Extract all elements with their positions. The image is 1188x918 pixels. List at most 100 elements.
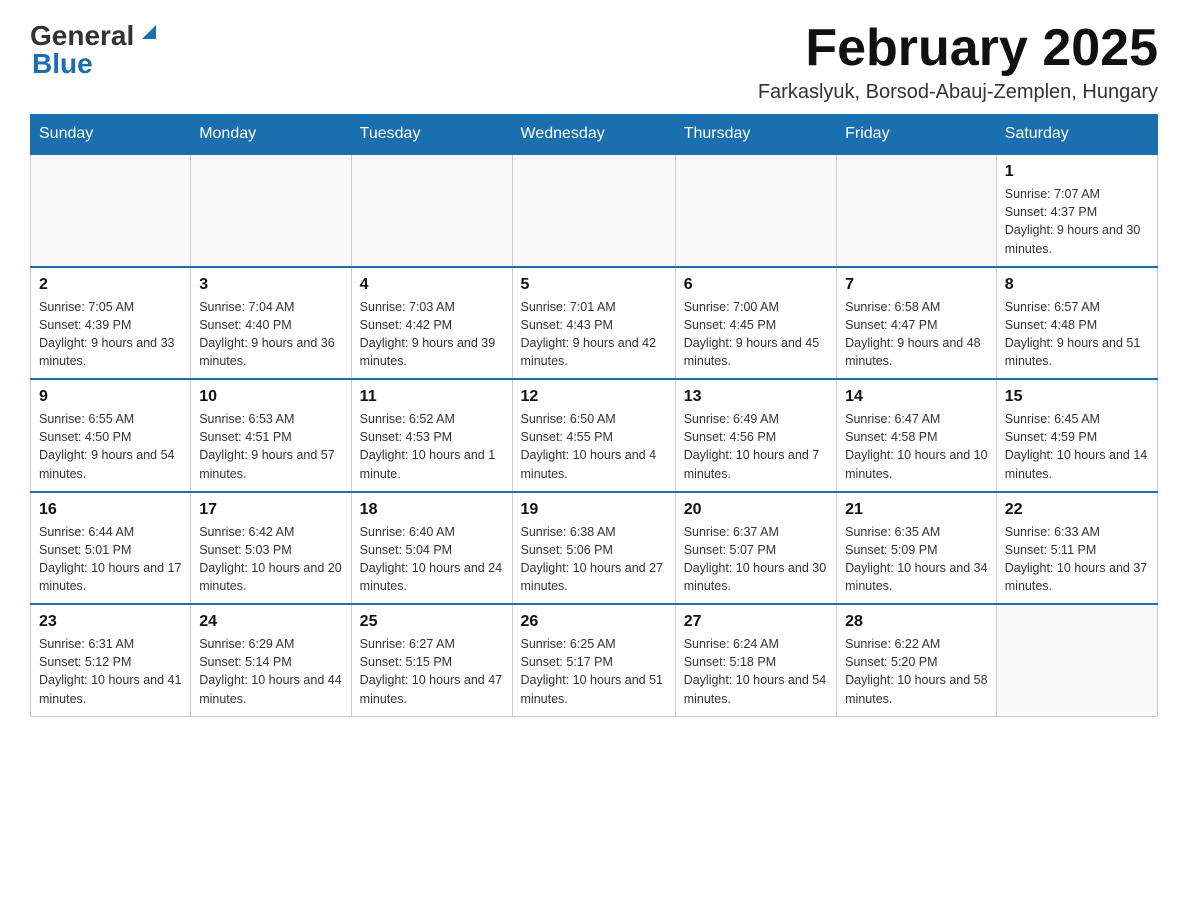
day-info: Sunrise: 6:33 AM Sunset: 5:11 PM Dayligh… — [1005, 523, 1149, 596]
column-header-friday: Friday — [837, 115, 997, 155]
calendar-cell: 23 Sunrise: 6:31 AM Sunset: 5:12 PM Dayli… — [31, 604, 191, 716]
day-number: 22 — [1005, 501, 1149, 519]
day-info: Sunrise: 6:35 AM Sunset: 5:09 PM Dayligh… — [845, 523, 988, 596]
day-info: Sunrise: 6:45 AM Sunset: 4:59 PM Dayligh… — [1005, 410, 1149, 483]
day-info: Sunrise: 7:00 AM Sunset: 4:45 PM Dayligh… — [684, 298, 828, 371]
calendar-cell: 26 Sunrise: 6:25 AM Sunset: 5:17 PM Dayli… — [512, 604, 675, 716]
calendar-cell — [837, 154, 997, 267]
location-subtitle: Farkaslyuk, Borsod-Abauj-Zemplen, Hungar… — [758, 81, 1158, 104]
logo-text-blue: Blue — [32, 48, 93, 80]
calendar-cell: 2 Sunrise: 7:05 AM Sunset: 4:39 PM Daylig… — [31, 267, 191, 380]
day-number: 28 — [845, 613, 988, 631]
day-info: Sunrise: 6:31 AM Sunset: 5:12 PM Dayligh… — [39, 635, 182, 708]
calendar-table: SundayMondayTuesdayWednesdayThursdayFrid… — [30, 114, 1158, 717]
week-row-2: 2 Sunrise: 7:05 AM Sunset: 4:39 PM Daylig… — [31, 267, 1158, 380]
week-row-4: 16Sunrise: 6:44 AM Sunset: 5:01 PM Dayli… — [31, 492, 1158, 605]
calendar-cell: 20 Sunrise: 6:37 AM Sunset: 5:07 PM Dayli… — [675, 492, 836, 605]
column-header-saturday: Saturday — [996, 115, 1157, 155]
day-number: 24 — [199, 613, 342, 631]
week-row-5: 23 Sunrise: 6:31 AM Sunset: 5:12 PM Dayli… — [31, 604, 1158, 716]
day-number: 7 — [845, 276, 988, 294]
day-info: Sunrise: 7:05 AM Sunset: 4:39 PM Dayligh… — [39, 298, 182, 371]
calendar-cell: 8 Sunrise: 6:57 AM Sunset: 4:48 PM Daylig… — [996, 267, 1157, 380]
day-number: 2 — [39, 276, 182, 294]
day-number: 15 — [1005, 388, 1149, 406]
day-number: 5 — [521, 276, 667, 294]
day-number: 19 — [521, 501, 667, 519]
day-number: 9 — [39, 388, 182, 406]
day-info: Sunrise: 6:50 AM Sunset: 4:55 PM Dayligh… — [521, 410, 667, 483]
calendar-cell: 18 Sunrise: 6:40 AM Sunset: 5:04 PM Dayli… — [351, 492, 512, 605]
day-number: 13 — [684, 388, 828, 406]
calendar-cell: 12 Sunrise: 6:50 AM Sunset: 4:55 PM Dayli… — [512, 379, 675, 492]
calendar-cell: 13 Sunrise: 6:49 AM Sunset: 4:56 PM Dayli… — [675, 379, 836, 492]
day-info: Sunrise: 6:55 AM Sunset: 4:50 PM Dayligh… — [39, 410, 182, 483]
day-number: 18 — [360, 501, 504, 519]
calendar-cell: 1 Sunrise: 7:07 AM Sunset: 4:37 PM Daylig… — [996, 154, 1157, 267]
calendar-cell — [512, 154, 675, 267]
calendar-cell — [996, 604, 1157, 716]
calendar-cell — [675, 154, 836, 267]
day-number: 14 — [845, 388, 988, 406]
page-header: General Blue February 2025 Farkaslyuk, B… — [30, 20, 1158, 104]
day-number: 1 — [1005, 163, 1149, 181]
calendar-cell: 24 Sunrise: 6:29 AM Sunset: 5:14 PM Dayli… — [191, 604, 351, 716]
day-number: 8 — [1005, 276, 1149, 294]
day-info: Sunrise: 6:27 AM Sunset: 5:15 PM Dayligh… — [360, 635, 504, 708]
day-number: 20 — [684, 501, 828, 519]
calendar-cell: 4 Sunrise: 7:03 AM Sunset: 4:42 PM Daylig… — [351, 267, 512, 380]
month-title: February 2025 — [758, 20, 1158, 77]
day-number: 10 — [199, 388, 342, 406]
day-info: Sunrise: 6:42 AM Sunset: 5:03 PM Dayligh… — [199, 523, 342, 596]
calendar-cell: 11 Sunrise: 6:52 AM Sunset: 4:53 PM Dayli… — [351, 379, 512, 492]
day-info: Sunrise: 6:25 AM Sunset: 5:17 PM Dayligh… — [521, 635, 667, 708]
calendar-cell: 28Sunrise: 6:22 AM Sunset: 5:20 PM Dayli… — [837, 604, 997, 716]
day-info: Sunrise: 6:58 AM Sunset: 4:47 PM Dayligh… — [845, 298, 988, 371]
calendar-cell — [31, 154, 191, 267]
day-number: 25 — [360, 613, 504, 631]
column-header-thursday: Thursday — [675, 115, 836, 155]
day-info: Sunrise: 6:40 AM Sunset: 5:04 PM Dayligh… — [360, 523, 504, 596]
calendar-cell: 9 Sunrise: 6:55 AM Sunset: 4:50 PM Daylig… — [31, 379, 191, 492]
day-number: 3 — [199, 276, 342, 294]
calendar-cell — [191, 154, 351, 267]
calendar-cell: 15 Sunrise: 6:45 AM Sunset: 4:59 PM Dayli… — [996, 379, 1157, 492]
column-header-tuesday: Tuesday — [351, 115, 512, 155]
calendar-cell: 19 Sunrise: 6:38 AM Sunset: 5:06 PM Dayli… — [512, 492, 675, 605]
day-number: 12 — [521, 388, 667, 406]
day-info: Sunrise: 6:53 AM Sunset: 4:51 PM Dayligh… — [199, 410, 342, 483]
day-number: 16 — [39, 501, 182, 519]
day-info: Sunrise: 6:52 AM Sunset: 4:53 PM Dayligh… — [360, 410, 504, 483]
day-number: 6 — [684, 276, 828, 294]
calendar-cell: 21 Sunrise: 6:35 AM Sunset: 5:09 PM Dayli… — [837, 492, 997, 605]
week-row-1: 1 Sunrise: 7:07 AM Sunset: 4:37 PM Daylig… — [31, 154, 1158, 267]
calendar-cell: 5 Sunrise: 7:01 AM Sunset: 4:43 PM Daylig… — [512, 267, 675, 380]
day-info: Sunrise: 6:24 AM Sunset: 5:18 PM Dayligh… — [684, 635, 828, 708]
day-info: Sunrise: 7:03 AM Sunset: 4:42 PM Dayligh… — [360, 298, 504, 371]
day-number: 11 — [360, 388, 504, 406]
logo: General Blue — [30, 20, 160, 80]
calendar-cell: 22 Sunrise: 6:33 AM Sunset: 5:11 PM Dayli… — [996, 492, 1157, 605]
day-number: 4 — [360, 276, 504, 294]
day-number: 23 — [39, 613, 182, 631]
day-info: Sunrise: 7:01 AM Sunset: 4:43 PM Dayligh… — [521, 298, 667, 371]
calendar-cell: 25 Sunrise: 6:27 AM Sunset: 5:15 PM Dayli… — [351, 604, 512, 716]
logo-triangle-icon — [138, 21, 160, 43]
day-info: Sunrise: 6:57 AM Sunset: 4:48 PM Dayligh… — [1005, 298, 1149, 371]
week-row-3: 9 Sunrise: 6:55 AM Sunset: 4:50 PM Daylig… — [31, 379, 1158, 492]
day-number: 21 — [845, 501, 988, 519]
calendar-header-row: SundayMondayTuesdayWednesdayThursdayFrid… — [31, 115, 1158, 155]
calendar-cell: 16Sunrise: 6:44 AM Sunset: 5:01 PM Dayli… — [31, 492, 191, 605]
day-info: Sunrise: 6:38 AM Sunset: 5:06 PM Dayligh… — [521, 523, 667, 596]
title-area: February 2025 Farkaslyuk, Borsod-Abauj-Z… — [758, 20, 1158, 104]
calendar-cell: 7 Sunrise: 6:58 AM Sunset: 4:47 PM Daylig… — [837, 267, 997, 380]
column-header-sunday: Sunday — [31, 115, 191, 155]
calendar-cell: 14Sunrise: 6:47 AM Sunset: 4:58 PM Dayli… — [837, 379, 997, 492]
day-info: Sunrise: 6:29 AM Sunset: 5:14 PM Dayligh… — [199, 635, 342, 708]
calendar-cell: 6 Sunrise: 7:00 AM Sunset: 4:45 PM Daylig… — [675, 267, 836, 380]
day-number: 26 — [521, 613, 667, 631]
day-info: Sunrise: 6:37 AM Sunset: 5:07 PM Dayligh… — [684, 523, 828, 596]
day-info: Sunrise: 7:07 AM Sunset: 4:37 PM Dayligh… — [1005, 185, 1149, 258]
calendar-cell: 10 Sunrise: 6:53 AM Sunset: 4:51 PM Dayli… — [191, 379, 351, 492]
day-info: Sunrise: 6:49 AM Sunset: 4:56 PM Dayligh… — [684, 410, 828, 483]
